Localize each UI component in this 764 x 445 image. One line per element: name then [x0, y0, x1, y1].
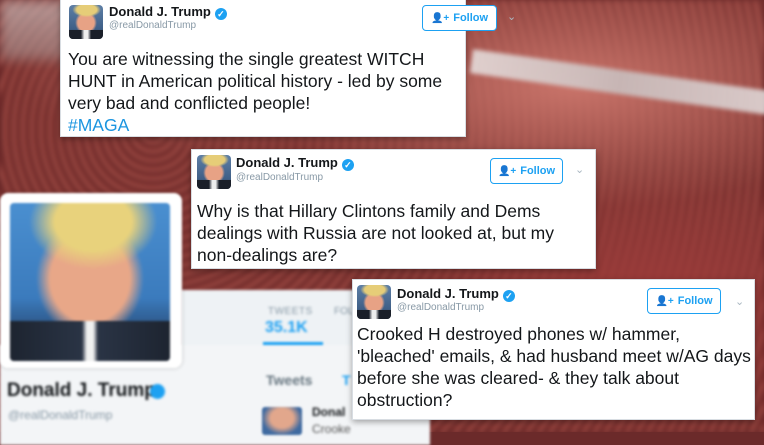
profile-avatar	[0, 193, 182, 368]
profile-tweets-count: 35.1K	[265, 319, 308, 336]
verified-check-icon: ✓	[341, 159, 354, 171]
timeline-name: Donal	[312, 405, 346, 419]
tweet-hashtag[interactable]: #MAGA	[68, 114, 463, 136]
timeline-text: Crooke	[312, 422, 351, 436]
profile-name: Donald J. Trump	[7, 380, 156, 401]
follow-label: Follow	[453, 12, 489, 24]
tweet-author-name[interactable]: Donald J. Trump ✓	[109, 4, 227, 20]
verified-check-icon: ✓	[502, 290, 515, 302]
follow-label: Follow	[677, 295, 713, 307]
author-name-text: Donald J. Trump	[109, 4, 211, 19]
tweet-author-name[interactable]: Donald J. Trump ✓	[236, 155, 354, 171]
profile-tab-tweets: Tweets	[266, 372, 313, 388]
tweet-avatar[interactable]	[69, 5, 103, 39]
follow-button[interactable]: 👤+ Follow	[647, 288, 721, 314]
tweet-text: You are witnessing the single greatest W…	[68, 48, 463, 136]
profile-followers-label: FOL	[334, 306, 354, 317]
add-person-icon: 👤+	[497, 165, 517, 177]
verified-check-icon: ✓	[214, 8, 227, 20]
profile-stat-underline	[263, 342, 323, 345]
follow-label: Follow	[520, 165, 556, 177]
chevron-down-icon[interactable]: ⌄	[575, 163, 584, 176]
tweet-body: You are witnessing the single greatest W…	[68, 49, 443, 113]
profile-handle: @realDonaldTrump	[8, 408, 113, 422]
tweet-card: Donald J. Trump ✓ @realDonaldTrump 👤+ Fol…	[191, 149, 596, 269]
chevron-down-icon[interactable]: ⌄	[507, 10, 516, 23]
tweet-avatar[interactable]	[357, 285, 391, 319]
tweet-avatar[interactable]	[197, 155, 231, 189]
tweet-card: Donald J. Trump ✓ @realDonaldTrump 👤+ Fol…	[352, 279, 755, 420]
author-name-text: Donald J. Trump	[397, 286, 499, 301]
timeline-avatar	[262, 407, 302, 435]
profile-tweets-label: TWEETS	[268, 306, 313, 317]
tweet-text: Why is that Hillary Clintons family and …	[197, 200, 592, 266]
add-person-icon: 👤+	[430, 12, 450, 24]
tweet-author-handle[interactable]: @realDonaldTrump	[236, 172, 323, 183]
tweet-body: Why is that Hillary Clintons family and …	[197, 201, 554, 265]
tweet-author-handle[interactable]: @realDonaldTrump	[109, 20, 196, 31]
tweet-author-name[interactable]: Donald J. Trump ✓	[397, 286, 515, 302]
tweet-author-handle[interactable]: @realDonaldTrump	[397, 302, 484, 313]
tweet-body: Crooked H destroyed phones w/ hammer, 'b…	[357, 324, 751, 410]
author-name-text: Donald J. Trump	[236, 155, 338, 170]
follow-button[interactable]: 👤+ Follow	[422, 5, 497, 31]
tweet-text: Crooked H destroyed phones w/ hammer, 'b…	[357, 323, 752, 411]
profile-tab-other: T	[342, 372, 351, 388]
profile-avatar-suit	[10, 321, 170, 361]
tweet-card: Donald J. Trump ✓ @realDonaldTrump 👤+ Fol…	[60, 0, 516, 137]
follow-button[interactable]: 👤+ Follow	[490, 158, 563, 184]
profile-verified-icon	[150, 384, 165, 399]
add-person-icon: 👤+	[655, 295, 674, 307]
chevron-down-icon[interactable]: ⌄	[735, 295, 744, 308]
